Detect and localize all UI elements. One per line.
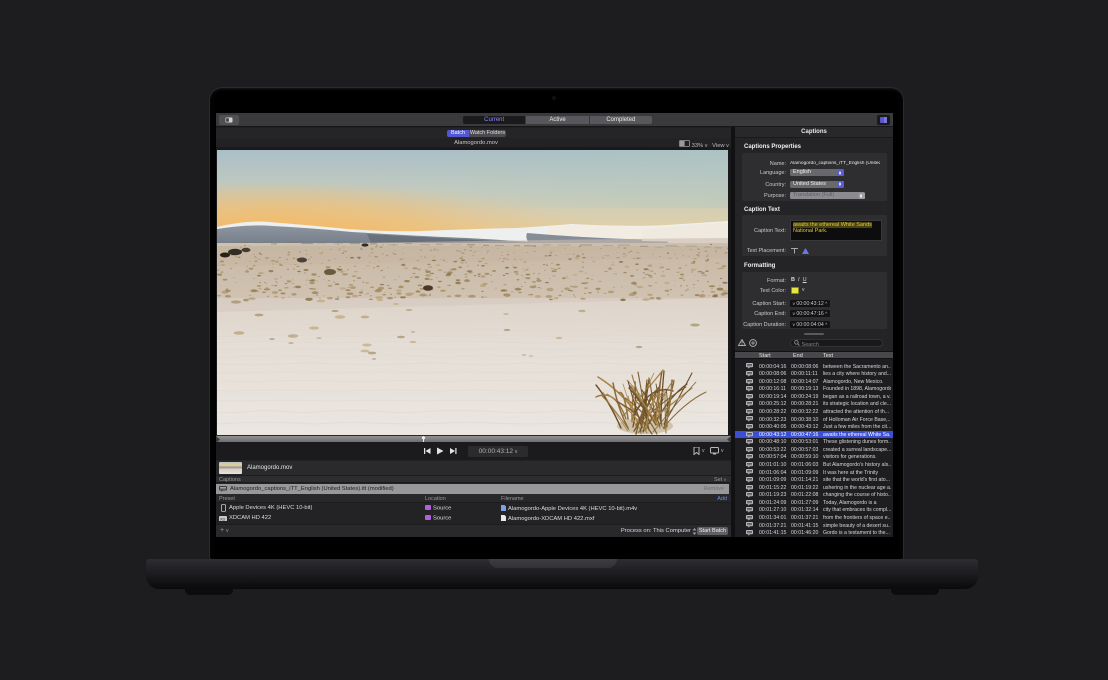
svg-text:XD: XD — [220, 517, 226, 521]
